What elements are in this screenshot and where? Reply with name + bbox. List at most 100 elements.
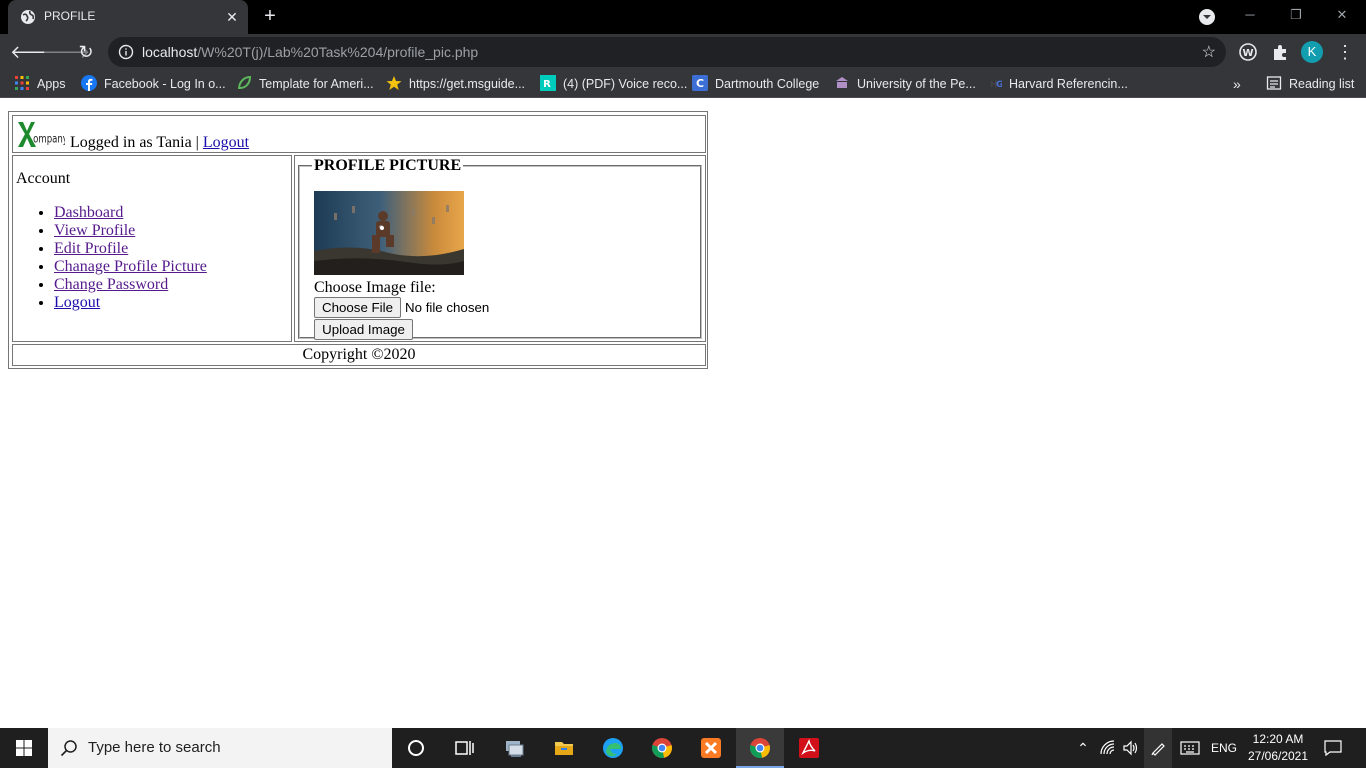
bookmarks-bar: Apps Facebook - Log In o... Template for… (0, 70, 1366, 98)
acrobat-icon (799, 738, 819, 758)
close-window-button[interactable]: ✕ (1328, 4, 1356, 26)
bookmark-label: Dartmouth College (715, 77, 820, 91)
taskbar-app-acrobat[interactable] (785, 728, 833, 768)
chrome-icon (750, 738, 770, 758)
bookmark-researchgate[interactable]: R (4) (PDF) Voice reco... (540, 75, 687, 93)
profile-picture-image (314, 191, 464, 275)
svg-text:R: R (543, 79, 551, 90)
chrome-icon (652, 738, 672, 758)
choose-image-label: Choose Image file: (314, 279, 436, 296)
bookmark-dartmouth[interactable]: C Dartmouth College (692, 75, 819, 93)
fieldset-legend: PROFILE PICTURE (314, 157, 462, 174)
bookmark-star-icon[interactable]: ☆ (1202, 42, 1216, 62)
bookmark-harvard[interactable]: H G Harvard Referencin... (986, 75, 1128, 93)
reload-button[interactable]: ↻ (74, 40, 98, 64)
browser-tab[interactable]: PROFILE ✕ (8, 0, 248, 34)
nav-item: Logout (54, 294, 207, 312)
task-view-button[interactable] (440, 728, 488, 768)
bookmark-label: University of the Pe... (857, 77, 976, 91)
choose-file-button[interactable]: Choose File (314, 297, 401, 318)
clock-time: 12:20 AM (1252, 732, 1304, 746)
extension-w-icon[interactable]: W (1238, 42, 1258, 62)
back-button[interactable]: 🡐 (10, 40, 58, 64)
change-profile-picture-link[interactable]: Chanage Profile Picture (54, 258, 207, 275)
company-logo: ompany (18, 122, 65, 147)
folder-icon (555, 742, 573, 755)
notification-center-icon[interactable] (1324, 739, 1342, 757)
new-tab-button[interactable]: + (258, 6, 282, 28)
taskbar-app-xampp[interactable] (687, 728, 735, 768)
bookmark-facebook[interactable]: Facebook - Log In o... (81, 75, 226, 93)
close-tab-icon[interactable]: ✕ (223, 8, 241, 26)
tab-strip: PROFILE ✕ + ─ ❐ ✕ (0, 0, 1366, 34)
cortana-button[interactable] (392, 728, 440, 768)
taskbar-app-chrome[interactable] (638, 728, 686, 768)
nav-item: Change Password (54, 276, 207, 294)
taskbar-app-edge[interactable] (589, 728, 637, 768)
touch-keyboard-icon[interactable] (1180, 741, 1200, 755)
globe-icon (21, 10, 35, 24)
windows-taskbar: Type here to search ⌃ ENG 12:20 AM 27/06… (0, 728, 1366, 768)
file-status-text: No file chosen (405, 300, 490, 315)
cortana-circle-icon (408, 740, 424, 756)
edit-profile-link[interactable]: Edit Profile (54, 240, 128, 257)
search-placeholder: Type here to search (88, 739, 221, 756)
taskbar-app-file-explorer[interactable] (540, 728, 588, 768)
taskbar-search-box[interactable]: Type here to search (48, 728, 392, 768)
harvard-icon: H G (990, 80, 1002, 90)
bookmark-label: Template for Ameri... (259, 77, 374, 91)
svg-text:G: G (996, 80, 1002, 90)
pen-icon (1151, 743, 1165, 756)
profile-avatar[interactable]: K (1301, 41, 1323, 63)
browser-toolbar: 🡐 🡒 ↻ localhost/W%20T(j)/Lab%20Task%204/… (0, 34, 1366, 70)
system-clock[interactable]: 12:20 AM 27/06/2021 (1246, 731, 1310, 765)
leaf-icon (238, 75, 252, 90)
footer-cell: Copyright ©2020 (12, 344, 706, 366)
restore-button[interactable]: ❐ (1282, 4, 1310, 26)
view-profile-link[interactable]: View Profile (54, 222, 135, 239)
xampp-icon (701, 738, 721, 758)
taskbar-app-network-tool[interactable] (490, 728, 538, 768)
taskbar-app-chrome-active[interactable] (736, 728, 784, 768)
bookmark-university[interactable]: University of the Pe... (834, 75, 976, 93)
extensions-puzzle-icon[interactable] (1270, 42, 1290, 62)
bookmark-msguide[interactable]: https://get.msguide... (386, 75, 525, 93)
researchgate-icon: R (540, 75, 556, 91)
sidebar-logout-link[interactable]: Logout (54, 294, 100, 311)
nav-item: Edit Profile (54, 240, 207, 258)
address-bar[interactable]: localhost/W%20T(j)/Lab%20Task%204/profil… (108, 37, 1226, 67)
input-language[interactable]: ENG (1206, 728, 1242, 768)
bookmark-label: Harvard Referencin... (1009, 77, 1128, 91)
dashboard-link[interactable]: Dashboard (54, 204, 123, 221)
svg-text:C: C (696, 77, 704, 90)
header-logout-link[interactable]: Logout (203, 134, 249, 151)
reading-list-button[interactable]: Reading list (1266, 75, 1354, 93)
minimize-button[interactable]: ─ (1236, 4, 1264, 26)
pen-workspace-button[interactable] (1144, 728, 1172, 768)
info-icon[interactable] (118, 44, 134, 60)
nav-item: Chanage Profile Picture (54, 258, 207, 276)
sidebar-cell: Account Dashboard View Profile Edit Prof… (12, 155, 292, 342)
change-password-link[interactable]: Change Password (54, 276, 168, 293)
star-icon (386, 76, 402, 90)
profile-picture-fieldset: PROFILE PICTURE Choose Image file: Choos… (298, 157, 702, 340)
wifi-icon[interactable] (1100, 740, 1116, 756)
bookmark-template[interactable]: Template for Ameri... (236, 75, 374, 93)
reading-list-label: Reading list (1289, 77, 1355, 91)
menu-kebab-icon[interactable]: ⋮ (1336, 40, 1354, 64)
tab-title: PROFILE (44, 9, 96, 23)
tab-search-icon[interactable] (1198, 8, 1216, 26)
network-computer-icon (506, 741, 524, 757)
bookmark-label: Facebook - Log In o... (104, 77, 226, 91)
windows-start-icon[interactable] (0, 728, 48, 768)
volume-icon[interactable] (1122, 740, 1138, 756)
url-text: localhost/W%20T(j)/Lab%20Task%204/profil… (142, 44, 479, 60)
show-hidden-icons-chevron-icon[interactable]: ⌃ (1072, 728, 1094, 768)
bookmark-apps[interactable]: Apps (14, 75, 66, 93)
reading-list-icon (1266, 76, 1282, 90)
more-bookmarks-chevron-icon[interactable]: » (1233, 75, 1241, 93)
upload-image-button[interactable]: Upload Image (314, 319, 413, 340)
svg-text:ompany: ompany (33, 133, 65, 145)
forward-button[interactable]: 🡒 (42, 40, 90, 64)
edge-icon (603, 738, 623, 758)
